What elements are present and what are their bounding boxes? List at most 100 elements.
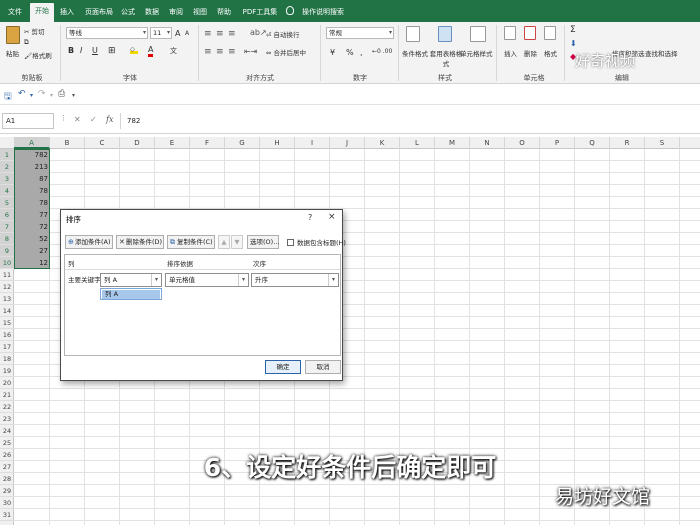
- has-header-checkbox[interactable]: [287, 239, 294, 246]
- formula-input[interactable]: 782: [120, 113, 698, 129]
- options-button[interactable]: 选项(O)...: [247, 235, 279, 249]
- row-header[interactable]: 11: [0, 269, 14, 281]
- tab-pdf-tools[interactable]: PDF工具集: [242, 5, 278, 19]
- tab-data[interactable]: 数据: [144, 5, 160, 19]
- border-button[interactable]: ⊞: [108, 46, 116, 56]
- row-header[interactable]: 6: [0, 209, 14, 221]
- ok-button[interactable]: 确定: [265, 360, 301, 374]
- row-header[interactable]: 15: [0, 317, 14, 329]
- column-header[interactable]: N: [470, 137, 505, 149]
- row-header[interactable]: 5: [0, 197, 14, 209]
- customize-toolbar-icon[interactable]: ▾: [72, 92, 75, 99]
- copy-level-button[interactable]: ⧉ 复制条件(C): [167, 235, 215, 249]
- align-right-button[interactable]: ≡: [228, 47, 236, 57]
- close-button[interactable]: ×: [328, 212, 336, 222]
- cell-a7[interactable]: 72: [14, 221, 48, 233]
- row-header[interactable]: 16: [0, 329, 14, 341]
- tab-home[interactable]: 开始: [30, 3, 54, 22]
- row-header[interactable]: 13: [0, 293, 14, 305]
- indent-button[interactable]: ⇤⇥: [244, 47, 257, 56]
- cell-a3[interactable]: 87: [14, 173, 48, 185]
- cell-a10[interactable]: 12: [14, 257, 48, 269]
- column-header[interactable]: I: [295, 137, 330, 149]
- chevron-down-icon[interactable]: ▾: [30, 92, 33, 99]
- number-format-combo[interactable]: 常规 ▾: [326, 27, 394, 39]
- row-header[interactable]: 17: [0, 341, 14, 353]
- column-header[interactable]: R: [610, 137, 645, 149]
- row-header[interactable]: 12: [0, 281, 14, 293]
- cell-a1[interactable]: 782: [14, 149, 48, 161]
- row-header[interactable]: 20: [0, 377, 14, 389]
- orientation-button[interactable]: ab↗: [250, 28, 267, 37]
- row-header[interactable]: 19: [0, 365, 14, 377]
- row-header[interactable]: 23: [0, 413, 14, 425]
- column-header[interactable]: E: [155, 137, 190, 149]
- row-header[interactable]: 21: [0, 389, 14, 401]
- row-header[interactable]: 18: [0, 353, 14, 365]
- tab-page-layout[interactable]: 页面布局: [82, 5, 116, 19]
- merge-center-button[interactable]: ⇔ 合并后居中: [266, 47, 306, 57]
- italic-button[interactable]: I: [80, 46, 82, 55]
- align-left-button[interactable]: ≡: [204, 47, 212, 57]
- column-header[interactable]: F: [190, 137, 225, 149]
- column-header[interactable]: Q: [575, 137, 610, 149]
- percent-button[interactable]: %: [346, 48, 354, 57]
- copy-button[interactable]: ⧉: [24, 38, 29, 47]
- row-header[interactable]: 10: [0, 257, 14, 269]
- tab-view[interactable]: 视图: [192, 5, 208, 19]
- column-header[interactable]: J: [330, 137, 365, 149]
- find-select-button[interactable]: 查找和选择: [645, 48, 678, 58]
- row-header[interactable]: 14: [0, 305, 14, 317]
- fill-color-button[interactable]: ◇: [130, 45, 138, 54]
- cancel-button[interactable]: 取消: [305, 360, 341, 374]
- cell-a8[interactable]: 52: [14, 233, 48, 245]
- comma-button[interactable]: ,: [360, 48, 363, 57]
- print-preview-icon[interactable]: ⎙: [58, 89, 65, 99]
- chevron-down-icon[interactable]: ▾: [50, 92, 53, 99]
- font-name-combo[interactable]: 等线 ▾: [66, 27, 148, 39]
- sort-column-combo[interactable]: 列 A ▾: [100, 273, 162, 287]
- font-color-button[interactable]: A: [148, 45, 154, 57]
- name-box[interactable]: A1: [2, 113, 54, 129]
- row-header[interactable]: 30: [0, 497, 14, 509]
- sort-on-combo[interactable]: 单元格值 ▾: [165, 273, 249, 287]
- tab-formulas[interactable]: 公式: [120, 5, 136, 19]
- column-header[interactable]: P: [540, 137, 575, 149]
- cell-a2[interactable]: 213: [14, 161, 48, 173]
- conditional-format-button[interactable]: 条件格式: [402, 48, 428, 58]
- fill-button[interactable]: ⬇: [570, 39, 577, 48]
- column-header[interactable]: K: [365, 137, 400, 149]
- format-table-button[interactable]: 套用表格格式: [428, 48, 464, 68]
- delete-level-button[interactable]: ✕删除条件(D): [116, 235, 164, 249]
- autosum-button[interactable]: Σ: [570, 25, 576, 35]
- save-icon[interactable]: 🖫: [4, 89, 12, 105]
- cell-a6[interactable]: 77: [14, 209, 48, 221]
- cell-styles-button[interactable]: 单元格样式: [460, 48, 493, 58]
- align-top-button[interactable]: ≡: [204, 29, 212, 39]
- align-center-button[interactable]: ≡: [216, 47, 224, 57]
- tab-insert[interactable]: 插入: [58, 5, 76, 19]
- move-up-button[interactable]: ▲: [218, 235, 230, 249]
- delete-cells-button[interactable]: 删除: [524, 48, 537, 58]
- row-header[interactable]: 9: [0, 245, 14, 257]
- insert-function-button[interactable]: fx: [106, 115, 113, 124]
- cell-a4[interactable]: 78: [14, 185, 48, 197]
- row-header[interactable]: 8: [0, 233, 14, 245]
- column-header[interactable]: G: [225, 137, 260, 149]
- row-header[interactable]: 24: [0, 425, 14, 437]
- row-header[interactable]: 31: [0, 509, 14, 521]
- column-header[interactable]: S: [645, 137, 680, 149]
- add-level-button[interactable]: ⊕添加条件(A): [65, 235, 113, 249]
- shrink-font-button[interactable]: A: [185, 30, 189, 37]
- column-header[interactable]: D: [120, 137, 155, 149]
- format-cells-button[interactable]: 格式: [544, 48, 557, 58]
- paste-button[interactable]: 粘贴: [6, 48, 19, 58]
- format-painter-button[interactable]: 🖌格式刷: [24, 50, 52, 60]
- cell-a9[interactable]: 27: [14, 245, 48, 257]
- bold-button[interactable]: B: [68, 46, 74, 55]
- column-header[interactable]: A: [14, 137, 50, 149]
- row-header[interactable]: 22: [0, 401, 14, 413]
- row-header[interactable]: 2: [0, 161, 14, 173]
- column-header[interactable]: H: [260, 137, 295, 149]
- move-down-button[interactable]: ▼: [231, 235, 243, 249]
